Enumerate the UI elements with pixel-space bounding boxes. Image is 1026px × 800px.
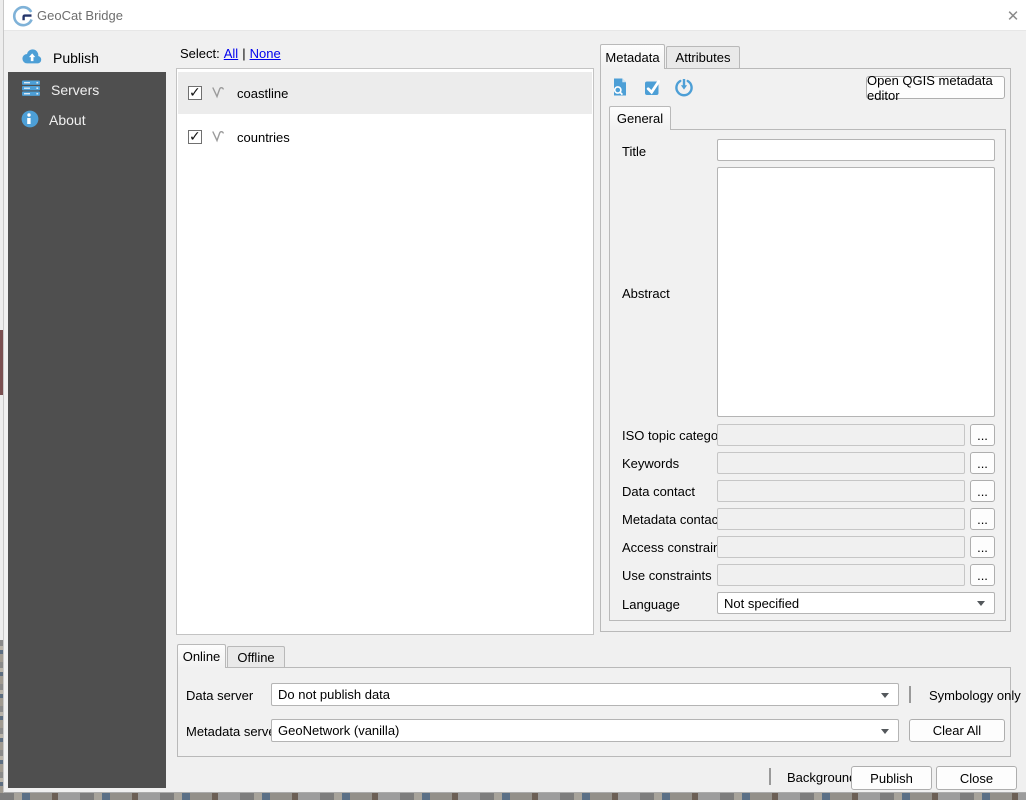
sidebar-item-about[interactable]: About: [8, 106, 166, 134]
sidebar-item-label: Publish: [53, 50, 99, 66]
select-all-link[interactable]: All: [224, 46, 238, 61]
iso-topic-category-field: [717, 424, 965, 446]
select-none-link[interactable]: None: [250, 46, 281, 61]
button-label: Publish: [870, 770, 913, 786]
layer-select-controls: Select: All | None: [180, 46, 281, 61]
metadata-contact-label: Metadata contact: [622, 512, 722, 527]
geocat-bridge-dialog: GeoCat Bridge ✕ Publish Servers About Se…: [3, 0, 1026, 793]
layer-row-countries[interactable]: countries: [178, 116, 592, 158]
tab-label: Attributes: [675, 50, 731, 65]
data-server-select[interactable]: Do not publish data: [271, 683, 899, 706]
sidebar-item-servers[interactable]: Servers: [8, 76, 166, 104]
tab-label: Metadata: [605, 49, 660, 65]
background-app-sliver-bottom: [0, 793, 1026, 800]
select-label: Select:: [180, 46, 220, 61]
close-icon: ✕: [1006, 8, 1020, 25]
line-layer-icon: [211, 129, 228, 146]
layer-checkbox[interactable]: [188, 128, 202, 145]
ellipsis-label: ...: [977, 427, 988, 443]
iso-topic-category-browse-button[interactable]: ...: [970, 424, 995, 446]
iso-topic-category-label: ISO topic category: [622, 428, 729, 443]
ellipsis-label: ...: [977, 539, 988, 555]
ellipsis-label: ...: [977, 455, 988, 471]
tab-label: Online: [182, 649, 221, 664]
data-server-value: Do not publish data: [278, 687, 391, 702]
use-constraints-field: [717, 564, 965, 586]
keywords-browse-button[interactable]: ...: [970, 452, 995, 474]
layer-name: countries: [237, 129, 290, 145]
data-contact-field: [717, 480, 965, 502]
preview-metadata-icon[interactable]: [610, 77, 630, 97]
sidebar-item-label: About: [49, 112, 86, 128]
app-logo-icon: [12, 5, 34, 27]
title-bar: GeoCat Bridge ✕: [4, 0, 1026, 31]
cloud-upload-icon: [21, 48, 43, 68]
line-layer-icon: [211, 85, 228, 102]
use-constraints-browse-button[interactable]: ...: [970, 564, 995, 586]
title-input[interactable]: [717, 139, 995, 161]
metadata-server-select[interactable]: GeoNetwork (vanilla): [271, 719, 899, 742]
keywords-field: [717, 452, 965, 474]
tab-general[interactable]: General: [609, 106, 671, 130]
language-select[interactable]: Not specified: [717, 592, 995, 614]
load-metadata-icon[interactable]: [674, 77, 694, 97]
tab-label: General: [616, 111, 664, 126]
data-contact-label: Data contact: [622, 484, 695, 499]
abstract-label: Abstract: [622, 286, 670, 301]
publish-button[interactable]: Publish: [851, 766, 932, 790]
metadata-contact-browse-button[interactable]: ...: [970, 508, 995, 530]
layer-list: coastline countries: [176, 68, 594, 635]
data-server-label: Data server: [186, 688, 254, 703]
ellipsis-label: ...: [977, 483, 988, 499]
ellipsis-label: ...: [977, 567, 988, 583]
access-constraints-label: Access constraints: [622, 540, 731, 555]
close-button[interactable]: ✕: [1003, 6, 1023, 26]
tab-label: Offline: [237, 650, 275, 665]
metadata-contact-field: [717, 508, 965, 530]
layer-row-coastline[interactable]: coastline: [178, 72, 592, 114]
background-checkbox[interactable]: [769, 768, 771, 785]
online-pane: [177, 667, 1011, 757]
sidebar-item-publish[interactable]: Publish: [8, 44, 166, 72]
servers-icon: [21, 80, 41, 100]
title-label: Title: [622, 144, 647, 159]
use-constraints-label: Use constraints: [622, 568, 712, 583]
info-icon: [21, 110, 39, 131]
tab-attributes[interactable]: Attributes: [666, 46, 740, 68]
sidebar: Servers About: [8, 72, 166, 788]
sidebar-item-label: Servers: [51, 82, 100, 98]
background-label: Background: [787, 770, 857, 785]
button-label: Close: [959, 770, 994, 786]
access-constraints-field: [717, 536, 965, 558]
data-contact-browse-button[interactable]: ...: [970, 480, 995, 502]
button-label: Open QGIS metadata editor: [867, 72, 993, 103]
ellipsis-label: ...: [977, 511, 988, 527]
select-divider: |: [242, 46, 246, 61]
keywords-label: Keywords: [622, 456, 680, 471]
tab-offline[interactable]: Offline: [227, 646, 285, 668]
tab-online[interactable]: Online: [177, 644, 226, 668]
symbology-only-checkbox[interactable]: [909, 686, 911, 703]
window-title: GeoCat Bridge: [37, 8, 123, 23]
close-dialog-button[interactable]: Close: [936, 766, 1017, 790]
language-label: Language: [622, 597, 680, 612]
metadata-server-value: GeoNetwork (vanilla): [278, 723, 400, 738]
layer-checkbox[interactable]: [188, 84, 202, 101]
metadata-server-label: Metadata server: [186, 724, 280, 739]
open-qgis-metadata-editor-button[interactable]: Open QGIS metadata editor: [866, 73, 1005, 103]
clear-all-button[interactable]: Clear All: [909, 719, 1005, 742]
validate-metadata-icon[interactable]: [642, 77, 662, 97]
access-constraints-browse-button[interactable]: ...: [970, 536, 995, 558]
language-value: Not specified: [724, 595, 800, 611]
button-label: Clear All: [932, 723, 982, 738]
tab-metadata[interactable]: Metadata: [600, 44, 665, 69]
layer-name: coastline: [237, 85, 289, 101]
abstract-textarea[interactable]: [717, 167, 995, 417]
symbology-only-label: Symbology only: [929, 688, 1021, 703]
